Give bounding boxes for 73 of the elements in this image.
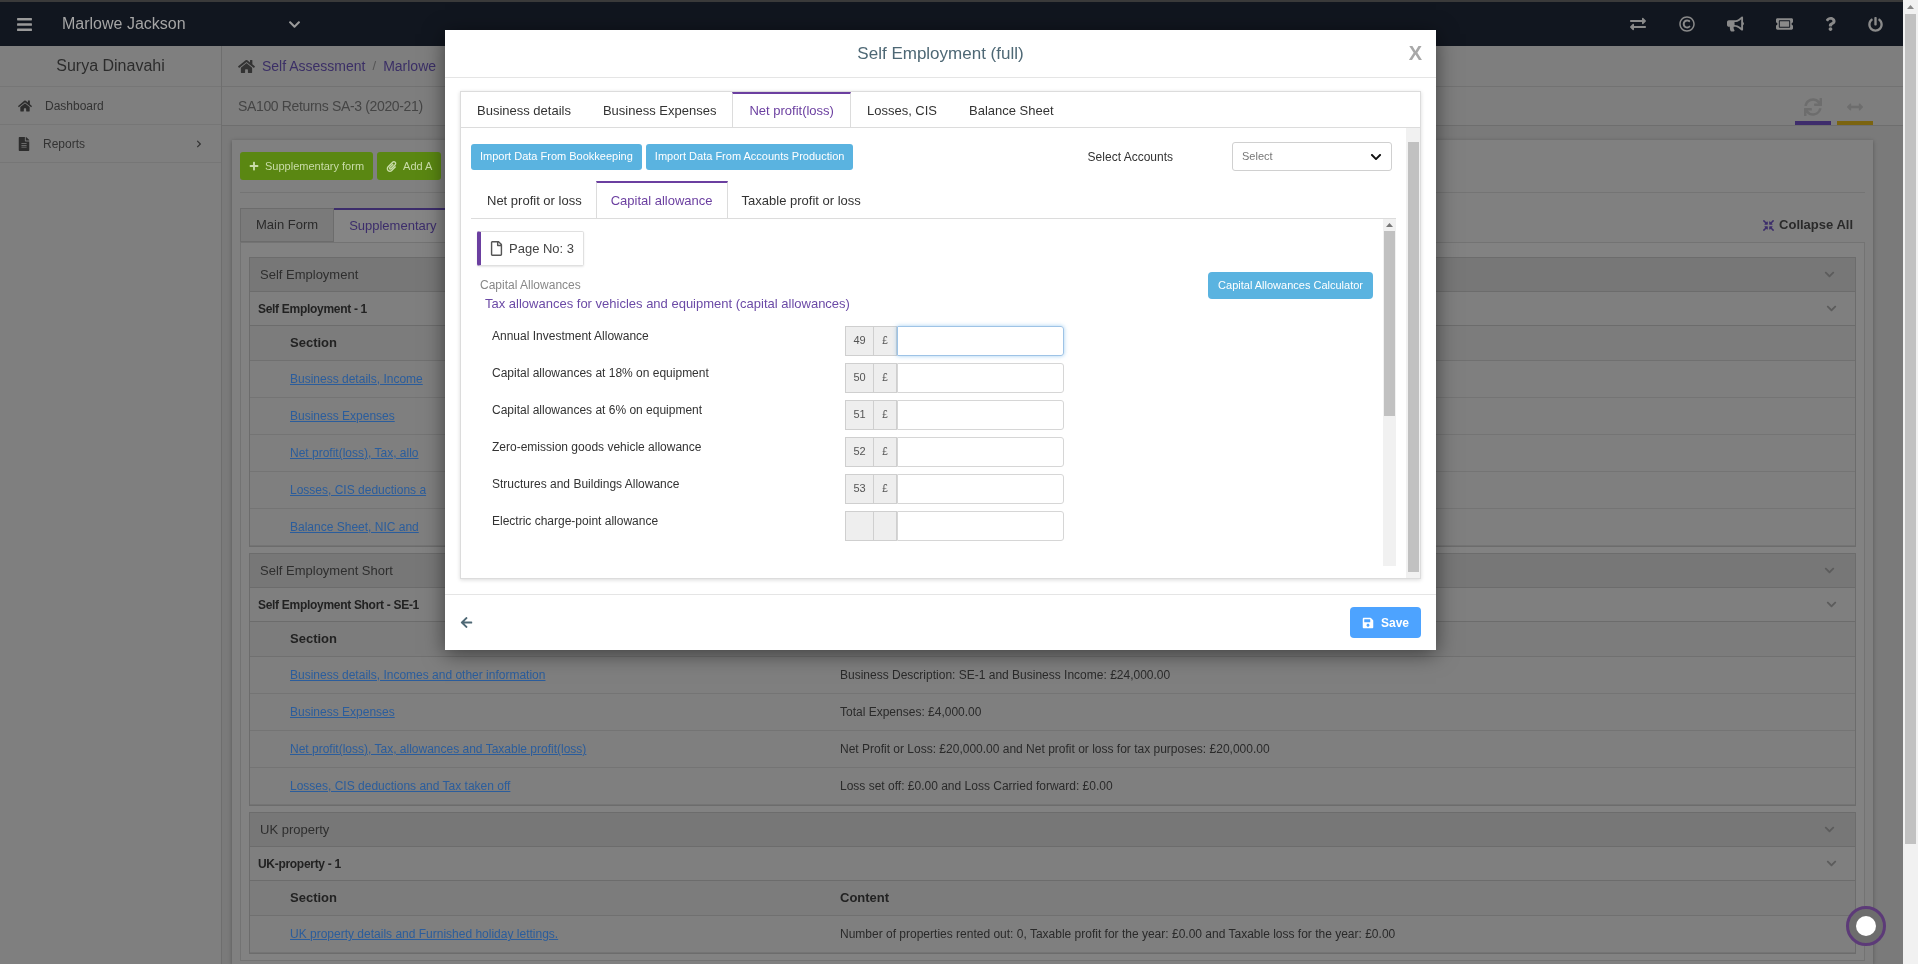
page-number: Page No: 3 — [509, 239, 575, 258]
field-label: Select Accounts — [1087, 148, 1173, 166]
sidebar-item[interactable]: Dashboard — [0, 87, 221, 125]
page-title: SA100 Returns SA-3 (2020-21) — [238, 96, 423, 116]
sidebar-title: Surya Dinavahi — [56, 56, 165, 76]
collapse-all-button[interactable]: Collapse All — [1751, 208, 1865, 242]
save-button[interactable]: Save — [1349, 607, 1421, 638]
tab[interactable]: Business details — [461, 92, 587, 127]
table-cell-text: Number of properties rented out: 0, Taxable profit for the year: £0.00 and Taxable loss for the year: £0.00 — [840, 926, 1397, 943]
section-link[interactable]: Business details, Incomes and other information — [290, 666, 546, 684]
field-label: Annual Investment Allowance — [492, 327, 650, 345]
tab[interactable]: Business Expenses — [586, 92, 733, 127]
dialog-title: Self Employment (full) — [857, 42, 1024, 65]
import-button[interactable]: Import Data From Bookkeeping — [471, 143, 642, 170]
tab[interactable]: Taxable profit or loss — [727, 181, 875, 218]
section-title: Self Employment Short — [260, 561, 393, 580]
currency-symbol: £ — [874, 399, 897, 430]
section-link[interactable]: Business Expenses — [290, 703, 395, 721]
group-label: Capital Allowances — [479, 277, 582, 294]
column-header: Content — [840, 889, 890, 908]
breadcrumb-link[interactable]: Self Assessment — [262, 55, 366, 77]
field-label: Capital allowances at 6% on equipment — [492, 401, 704, 419]
table-cell-text: Total Expenses: £4,000.00 — [840, 704, 983, 721]
currency-symbol: £ — [874, 362, 897, 393]
section-link[interactable]: Losses, CIS deductions and Tax taken off — [290, 777, 511, 795]
table-cell-text: Business Description: SE-1 and Business Income: £24,000.00 — [840, 667, 1172, 684]
section-header[interactable]: UK property — [250, 813, 1855, 847]
entry-title: UK-property - 1 — [258, 855, 341, 873]
field-label: Electric charge-point allowance — [492, 512, 660, 530]
tab[interactable]: Net profit(loss) — [732, 92, 851, 127]
accounts-select[interactable]: Select — [1232, 142, 1392, 171]
box-number: 51 — [845, 399, 874, 430]
breadcrumb-separator: / — [372, 57, 377, 76]
section-title: UK property — [260, 820, 330, 839]
currency-symbol: £ — [874, 325, 897, 356]
section-heading: Tax allowances for vehicles and equipment (capital allowances) — [484, 295, 850, 313]
tab[interactable]: Main Form — [240, 208, 335, 242]
user-name[interactable]: Marlowe Jackson — [62, 12, 186, 36]
section-link[interactable]: Business details, Income — [290, 370, 423, 388]
column-header: Section — [290, 334, 337, 353]
calculator-button[interactable]: Capital Allowances Calculator — [1208, 272, 1373, 299]
box-number: 49 — [845, 325, 874, 356]
tab[interactable]: Net profit or loss — [473, 181, 596, 218]
tab[interactable]: Losses, CIS — [850, 92, 954, 127]
entry-title: Self Employment Short - SE-1 — [258, 596, 419, 614]
box-number: 50 — [845, 362, 874, 393]
tab[interactable]: Balance Sheet — [953, 92, 1070, 127]
currency-symbol: £ — [874, 473, 897, 504]
section-title: Self Employment — [260, 265, 359, 284]
field-label: Capital allowances at 18% on equipment — [492, 364, 710, 382]
section-link[interactable]: Balance Sheet, NIC and — [290, 518, 419, 536]
close-button[interactable]: X — [1408, 38, 1422, 68]
section-link[interactable]: Net profit(loss), Tax, allo — [290, 444, 419, 462]
section-link[interactable]: UK property details and Furnished holiday lettings. — [290, 925, 559, 943]
column-header: Section — [290, 630, 337, 649]
tab[interactable]: Capital allowance — [595, 181, 728, 218]
field-label: Structures and Buildings Allowance — [492, 475, 681, 493]
section-link[interactable]: Business Expenses — [290, 407, 395, 425]
section-link[interactable]: Losses, CIS deductions a — [290, 481, 427, 499]
toolbar-button[interactable]: Supplementary form — [240, 152, 374, 180]
sidebar-item[interactable]: Reports — [0, 125, 221, 163]
table-cell-text: Net Profit or Loss: £20,000.00 and Net profit or loss for tax purposes: £20,000.00 — [840, 741, 1271, 758]
box-number: 53 — [845, 473, 874, 504]
import-button[interactable]: Import Data From Accounts Production — [645, 143, 854, 170]
table-cell-text: Loss set off: £0.00 and Loss Carried forward: £0.00 — [840, 778, 1114, 795]
column-header: Section — [290, 889, 337, 908]
currency-symbol: £ — [874, 436, 897, 467]
box-number: 52 — [845, 436, 874, 467]
field-label: Zero-emission goods vehicle allowance — [492, 438, 703, 456]
entry-title: Self Employment - 1 — [258, 300, 367, 318]
breadcrumb-link[interactable]: Marlowe — [383, 55, 437, 77]
toolbar-button[interactable]: Add A — [377, 152, 442, 180]
section-link[interactable]: Net profit(loss), Tax, allowances and Taxable profit(loss) — [290, 740, 587, 758]
